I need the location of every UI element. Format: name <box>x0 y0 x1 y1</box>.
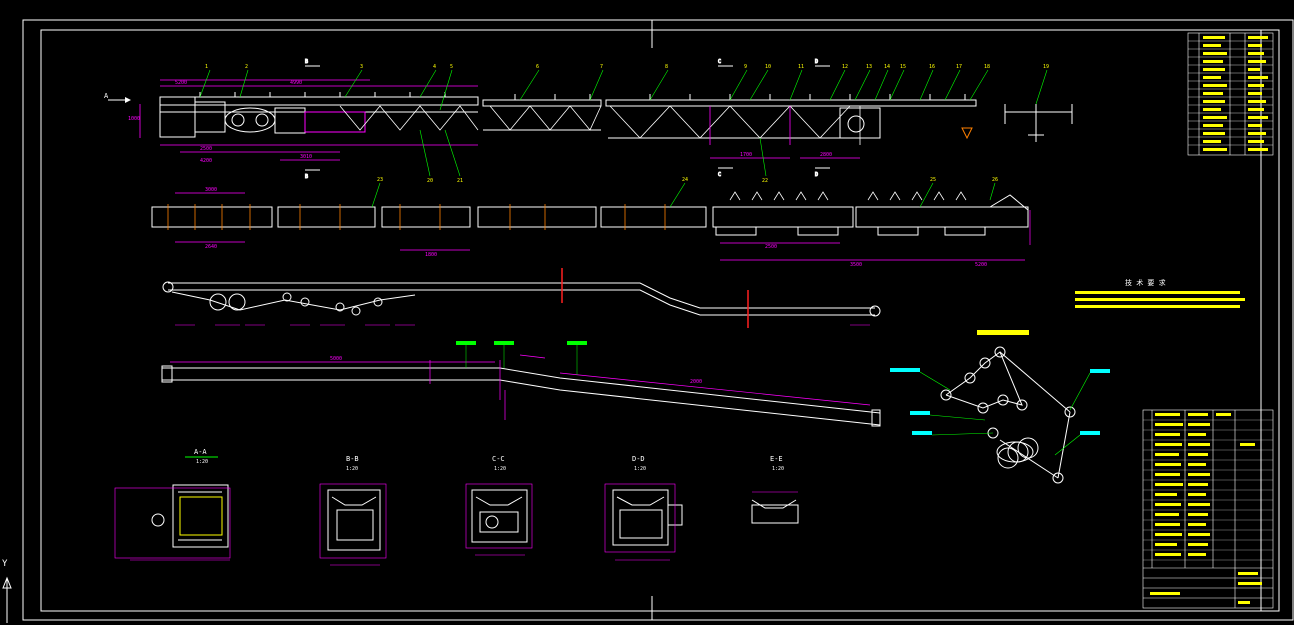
dim-label: 2800 <box>820 152 832 158</box>
svg-text:14: 14 <box>884 64 890 70</box>
svg-text:3: 3 <box>360 64 363 70</box>
bom-rows <box>1143 419 1273 561</box>
bill-of-materials <box>1142 409 1274 609</box>
elevation-tags <box>456 341 587 375</box>
svg-text:E-E: E-E <box>770 455 783 463</box>
svg-text:12: 12 <box>842 64 848 70</box>
conveyor-plan-view[interactable]: 3000 2640 1800 2500 3500 5200 23 24 25 2… <box>151 177 1031 268</box>
dim-label: 1000 <box>128 116 140 122</box>
svg-text:2640: 2640 <box>205 244 217 250</box>
svg-text:D: D <box>815 172 818 178</box>
section-markers: B B C C D D <box>305 59 830 181</box>
svg-text:2000: 2000 <box>690 379 702 385</box>
svg-text:1:20: 1:20 <box>346 466 358 472</box>
svg-text:24: 24 <box>682 177 688 183</box>
svg-text:B: B <box>305 174 308 180</box>
svg-text:1: 1 <box>205 64 208 70</box>
svg-text:B: B <box>305 59 308 65</box>
plan-troughs <box>729 191 967 201</box>
cad-drawing-canvas[interactable]: A 5200 4990 1000 2500 3010 4200 1700 280… <box>0 0 1294 625</box>
svg-text:D: D <box>815 59 818 65</box>
svg-text:5200: 5200 <box>975 262 987 268</box>
dim-label: 2500 <box>200 146 212 152</box>
belt-routing-diagram[interactable] <box>162 268 881 328</box>
svg-text:C-C: C-C <box>492 455 505 463</box>
svg-text:17: 17 <box>956 64 962 70</box>
svg-text:3000: 3000 <box>205 187 217 193</box>
svg-text:3500: 3500 <box>850 262 862 268</box>
plan-idlers <box>167 204 666 230</box>
svg-text:15: 15 <box>900 64 906 70</box>
svg-text:1:20: 1:20 <box>634 466 646 472</box>
cross-section-view <box>1004 104 1073 142</box>
svg-text:16: 16 <box>929 64 935 70</box>
svg-text:11: 11 <box>798 64 804 70</box>
svg-text:1:20: 1:20 <box>494 466 506 472</box>
dim-label: 4200 <box>200 158 212 164</box>
svg-text:6: 6 <box>536 64 539 70</box>
svg-text:9: 9 <box>744 64 747 70</box>
svg-text:26: 26 <box>992 177 998 183</box>
svg-text:Y: Y <box>2 559 8 569</box>
header-table-cells <box>1203 36 1268 151</box>
section-c-c: C-C 1:20 <box>465 455 533 556</box>
sheet-frame <box>22 19 1294 621</box>
dim-label: 1700 <box>740 152 752 158</box>
bom-cells <box>1150 413 1262 604</box>
svg-text:B-B: B-B <box>346 455 359 463</box>
svg-text:19: 19 <box>1043 64 1049 70</box>
idler-posts <box>199 92 966 100</box>
tension-diagram[interactable] <box>890 330 1110 484</box>
svg-text:18: 18 <box>984 64 990 70</box>
dim-label: 3010 <box>300 154 312 160</box>
notes-title: 技 术 要 求 <box>1125 278 1166 287</box>
svg-text:25: 25 <box>930 177 936 183</box>
drive-unit <box>159 96 366 138</box>
svg-text:C: C <box>718 172 721 178</box>
svg-text:4: 4 <box>433 64 436 70</box>
section-b-b: B-B 1:20 <box>319 455 387 566</box>
svg-text:23: 23 <box>377 177 383 183</box>
svg-text:8: 8 <box>665 64 668 70</box>
svg-text:10: 10 <box>765 64 771 70</box>
svg-text:1:20: 1:20 <box>196 459 208 465</box>
svg-text:5: 5 <box>450 64 453 70</box>
svg-text:1:20: 1:20 <box>772 466 784 472</box>
section-e-e: E-E 1:20 <box>751 455 799 524</box>
start-arrow: A <box>104 92 131 103</box>
svg-text:A-A: A-A <box>194 448 207 456</box>
incline-profile-view[interactable]: 5000 2000 <box>161 341 881 427</box>
svg-text:2: 2 <box>245 64 248 70</box>
svg-text:C: C <box>718 59 721 65</box>
ucs-axis-icon: Y <box>2 559 12 623</box>
section-d-d: D-D 1:20 <box>604 455 683 561</box>
svg-text:13: 13 <box>866 64 872 70</box>
svg-text:20: 20 <box>427 178 433 184</box>
svg-text:2500: 2500 <box>765 244 777 250</box>
dim-label: 4990 <box>290 80 302 86</box>
technical-notes: 技 术 要 求 <box>1075 278 1245 308</box>
section-views[interactable]: A-A 1:20 B-B 1:20 C-C 1:20 D-D 1:20 E-E … <box>114 448 799 566</box>
svg-text:D-D: D-D <box>632 455 645 463</box>
svg-text:1800: 1800 <box>425 252 437 258</box>
conveyor-elevation-view[interactable]: A 5200 4990 1000 2500 3010 4200 1700 280… <box>104 59 1073 184</box>
svg-text:21: 21 <box>457 178 463 184</box>
section-a-a: A-A 1:20 <box>114 448 231 561</box>
svg-text:7: 7 <box>600 64 603 70</box>
svg-text:5000: 5000 <box>330 356 342 362</box>
dimension-lines <box>139 79 860 161</box>
svg-text:22: 22 <box>762 178 768 184</box>
start-arrow-label: A <box>104 92 109 100</box>
dim-label: 5200 <box>175 80 187 86</box>
